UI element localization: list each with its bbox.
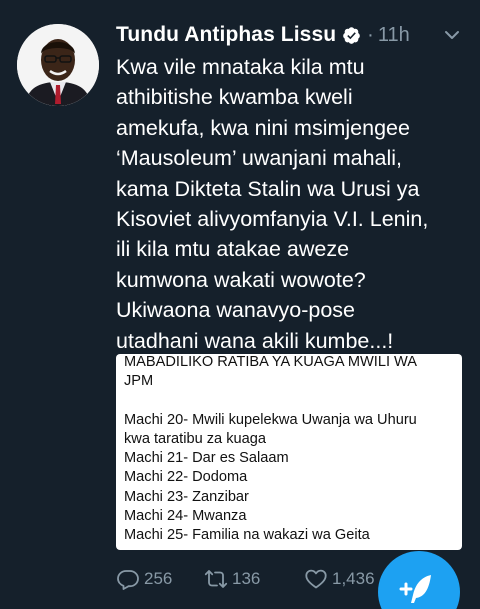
schedule-line: Machi 24- Mwanza	[124, 508, 247, 525]
separator-dot: ·	[367, 23, 374, 46]
tweet-text-line: Kwa vile mnataka kila mtu	[116, 55, 365, 79]
like-count: 1,436	[332, 569, 375, 588]
tweet-text-line: Kisoviet alivyomfanyia V.I. Lenin,	[116, 207, 429, 232]
tweet-text: Kwa vile mnataka kila mtu athibitishe kw…	[116, 52, 478, 356]
schedule-line: kwa taratibu za kuaga	[124, 430, 266, 447]
schedule-line: Machi 21- Dar es Salaam	[124, 450, 289, 467]
compose-tweet-button[interactable]	[378, 551, 460, 609]
image-title-line: MABADILIKO RATIBA YA KUAGA MWILI WA	[124, 354, 418, 370]
tweet-text-line: kama Dikteta Stalin wa Urusi ya	[116, 176, 420, 201]
schedule-line: Machi 22- Dodoma	[124, 469, 248, 486]
schedule-line: Machi 23- Zanzibar	[124, 488, 249, 505]
tweet[interactable]: Tundu Antiphas Lissu · 11h Kwa vile mnat…	[0, 0, 480, 609]
schedule-line: Machi 25- Familia na wakazi wa Geita	[124, 527, 370, 544]
like-button[interactable]: 1,436	[304, 566, 375, 592]
retweet-count: 136	[232, 569, 261, 588]
tweet-text-line: Ukiwaona wanavyo-pose	[116, 298, 356, 323]
author-name[interactable]: Tundu Antiphas Lissu	[116, 23, 336, 47]
image-title-line: JPM	[124, 373, 154, 390]
retweet-button[interactable]: 136	[204, 566, 260, 592]
avatar-image	[17, 24, 99, 106]
timestamp[interactable]: 11h	[378, 24, 410, 47]
tweet-header: Tundu Antiphas Lissu · 11h	[116, 20, 468, 50]
chevron-down-icon[interactable]	[444, 29, 460, 41]
tweet-text-line: amekufa, kwa nini msimjengee	[116, 115, 410, 140]
heart-icon	[305, 569, 327, 589]
reply-button[interactable]: 256	[116, 566, 172, 592]
reply-icon	[117, 570, 139, 590]
tweet-text-line: kumwona wakati wowote?	[116, 267, 366, 292]
tweet-text-line: athibitishe kwamba kweli	[116, 85, 353, 110]
avatar[interactable]	[17, 24, 99, 106]
schedule-line: Machi 20- Mwili kupelekwa Uwanja wa Uhur…	[124, 411, 417, 428]
tweet-text-line: ili kila mtu atakae aweze	[116, 237, 350, 262]
compose-tweet-icon	[399, 575, 431, 603]
reply-count: 256	[144, 569, 173, 588]
tweet-text-line: ‘Mausoleum’ uwanjani mahali,	[116, 146, 403, 171]
verified-badge-icon	[343, 26, 360, 44]
attached-image[interactable]: MABADILIKO RATIBA YA KUAGA MWILI WA JPM …	[116, 354, 462, 550]
tweet-text-line: utadhani wana akili kumbe...!	[116, 328, 394, 353]
retweet-icon	[204, 570, 228, 588]
